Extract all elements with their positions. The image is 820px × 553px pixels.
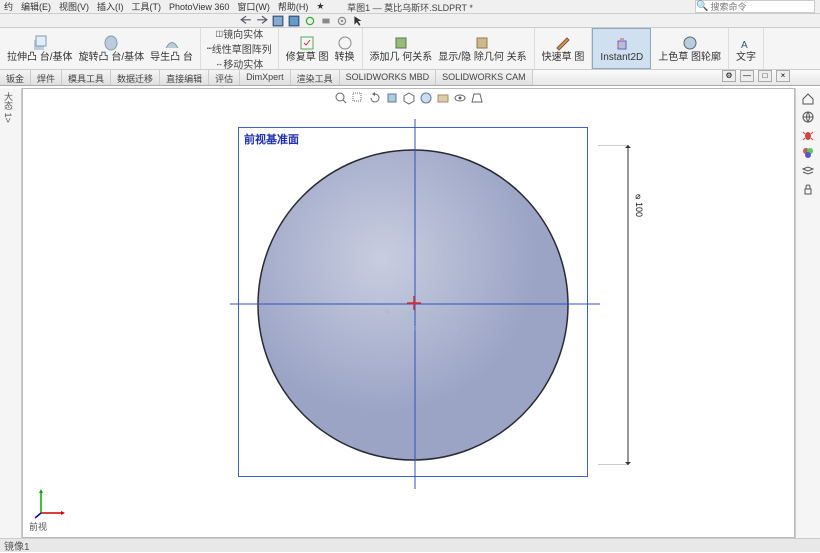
globe-icon[interactable] <box>801 110 815 124</box>
ribbon-group-text: A文字 <box>729 28 764 69</box>
graphics-area[interactable]: 前视基准面 ⌀100 ◔ 沐风网 www.mfcad.com 前视 <box>22 88 795 538</box>
linear-pattern-small[interactable]: ┅ 线性草图阵列 <box>205 41 274 56</box>
lock-icon[interactable] <box>801 182 815 196</box>
svg-text:A: A <box>741 40 748 51</box>
watermark-url: www.mfcad.com <box>356 323 461 333</box>
menu-item[interactable]: 窗口(W) <box>235 0 272 13</box>
tab-swmbd[interactable]: SOLIDWORKS MBD <box>340 70 437 85</box>
save-icon[interactable] <box>288 15 300 27</box>
repair-sketch-button[interactable]: 修复草 图 <box>283 33 332 64</box>
document-title: 草图1 — 莫比乌斯环.SLDPRT * <box>347 1 473 14</box>
menu-item[interactable]: 约 <box>2 0 15 13</box>
search-box[interactable]: 🔍 <box>695 0 815 13</box>
menu-item[interactable]: 编辑(E) <box>19 0 53 13</box>
menu-item[interactable]: 帮助(H) <box>276 0 311 13</box>
ribbon-group-features: 拉伸凸 台/基体 旋转凸 台/基体 导生凸 台 <box>0 28 201 69</box>
status-text: 镜像1 <box>4 538 30 553</box>
ribbon-group-sketch-tools: ◫ 镜向实体 ┅ 线性草图阵列 ↔ 移动实体 <box>201 28 279 69</box>
ribbon-group-instant2d: Instant2D <box>592 28 651 69</box>
display-style-icon[interactable] <box>419 91 433 105</box>
tab-rendertools[interactable]: 渲染工具 <box>291 70 340 85</box>
history-tab[interactable]: 大态 1> <box>0 88 17 127</box>
view-toolbar <box>334 91 484 105</box>
menu-star-icon[interactable]: ★ <box>314 1 326 12</box>
revolve-button[interactable]: 旋转凸 台/基体 <box>76 33 148 64</box>
ribbon-group-repair: 修复草 图 转换 <box>279 28 363 69</box>
diameter-dimension[interactable] <box>598 145 658 465</box>
origin-icon <box>407 296 421 310</box>
scene-icon[interactable] <box>436 91 450 105</box>
rotate-icon[interactable] <box>368 91 382 105</box>
perspective-icon[interactable] <box>470 91 484 105</box>
setting-button[interactable]: ⚙ <box>722 70 736 82</box>
view-orientation-icon[interactable] <box>402 91 416 105</box>
tab-weldments[interactable]: 焊件 <box>31 70 62 85</box>
bug-icon[interactable] <box>801 128 815 142</box>
ribbon-group-shade: 上色草 图轮廓 <box>651 28 729 69</box>
zoom-fit-icon[interactable] <box>334 91 348 105</box>
minimize-button[interactable]: — <box>740 70 754 82</box>
section-icon[interactable] <box>385 91 399 105</box>
window-controls: ⚙ — □ × <box>722 70 790 82</box>
undo-icon[interactable] <box>240 15 252 27</box>
options-icon[interactable] <box>336 15 348 27</box>
status-bar: 镜像1 <box>0 538 820 552</box>
shade-sketch-button[interactable]: 上色草 图轮廓 <box>655 33 724 64</box>
sketch-text-button[interactable]: A文字 <box>733 33 759 64</box>
quick-access-bar <box>0 14 820 28</box>
cursor-icon[interactable] <box>352 15 364 27</box>
extrude-button[interactable]: 拉伸凸 台/基体 <box>4 33 76 64</box>
menu-item[interactable]: 视图(V) <box>57 0 91 13</box>
search-icon: 🔍 <box>696 1 708 12</box>
tab-swcam[interactable]: SOLIDWORKS CAM <box>436 70 533 85</box>
tab-moldtools[interactable]: 模具工具 <box>62 70 111 85</box>
hide-show-icon[interactable] <box>453 91 467 105</box>
task-pane <box>795 88 820 538</box>
home-icon[interactable] <box>801 92 815 106</box>
tab-directedit[interactable]: 直接编辑 <box>160 70 209 85</box>
menu-item[interactable]: PhotoView 360 <box>167 2 231 12</box>
sketch-drawing: 前视基准面 ⌀100 <box>238 127 608 497</box>
add-relation-button[interactable]: 添加几 何关系 <box>367 33 436 64</box>
mirror-small[interactable]: ◫ 镜向实体 <box>214 26 266 41</box>
ribbon-group-relations: 添加几 何关系 显示/隐 除几何 关系 <box>363 28 535 69</box>
redo-icon[interactable] <box>256 15 268 27</box>
view-label: 前视 <box>29 520 47 533</box>
tab-dimxpert[interactable]: DimXpert <box>240 70 291 85</box>
instant2d-button[interactable]: Instant2D <box>597 33 646 64</box>
refresh-icon[interactable] <box>304 15 316 27</box>
menu-item[interactable]: 工具(T) <box>130 0 164 13</box>
convert-button[interactable]: 转换 <box>332 33 358 64</box>
tab-datamigration[interactable]: 数据迁移 <box>111 70 160 85</box>
maximize-button[interactable]: □ <box>758 70 772 82</box>
view-triad[interactable] <box>31 483 67 519</box>
derive-button[interactable]: 导生凸 台 <box>147 33 196 64</box>
layers-icon[interactable] <box>801 164 815 178</box>
ribbon-group-quick: 快速草 图 <box>535 28 593 69</box>
zoom-area-icon[interactable] <box>351 91 365 105</box>
feature-tree-strip[interactable]: 大态 1> <box>0 88 22 538</box>
palette-icon[interactable] <box>801 146 815 160</box>
print-icon[interactable] <box>320 15 332 27</box>
dimension-text[interactable]: ⌀100 <box>634 192 644 217</box>
ribbon: 拉伸凸 台/基体 旋转凸 台/基体 导生凸 台 ◫ 镜向实体 ┅ 线性草图阵列 … <box>0 28 820 70</box>
quick-sketch-button[interactable]: 快速草 图 <box>539 33 588 64</box>
menu-item[interactable]: 插入(I) <box>95 0 126 13</box>
tab-sheetmetal[interactable]: 钣金 <box>0 70 31 85</box>
command-tabs: 钣金 焊件 模具工具 数据迁移 直接编辑 评估 DimXpert 渲染工具 SO… <box>0 70 820 86</box>
show-relation-button[interactable]: 显示/隐 除几何 关系 <box>435 33 529 64</box>
search-input[interactable] <box>708 2 814 12</box>
component-icon[interactable] <box>272 15 284 27</box>
tab-evaluate[interactable]: 评估 <box>209 70 240 85</box>
move-small[interactable]: ↔ 移动实体 <box>213 56 265 71</box>
close-button[interactable]: × <box>776 70 790 82</box>
